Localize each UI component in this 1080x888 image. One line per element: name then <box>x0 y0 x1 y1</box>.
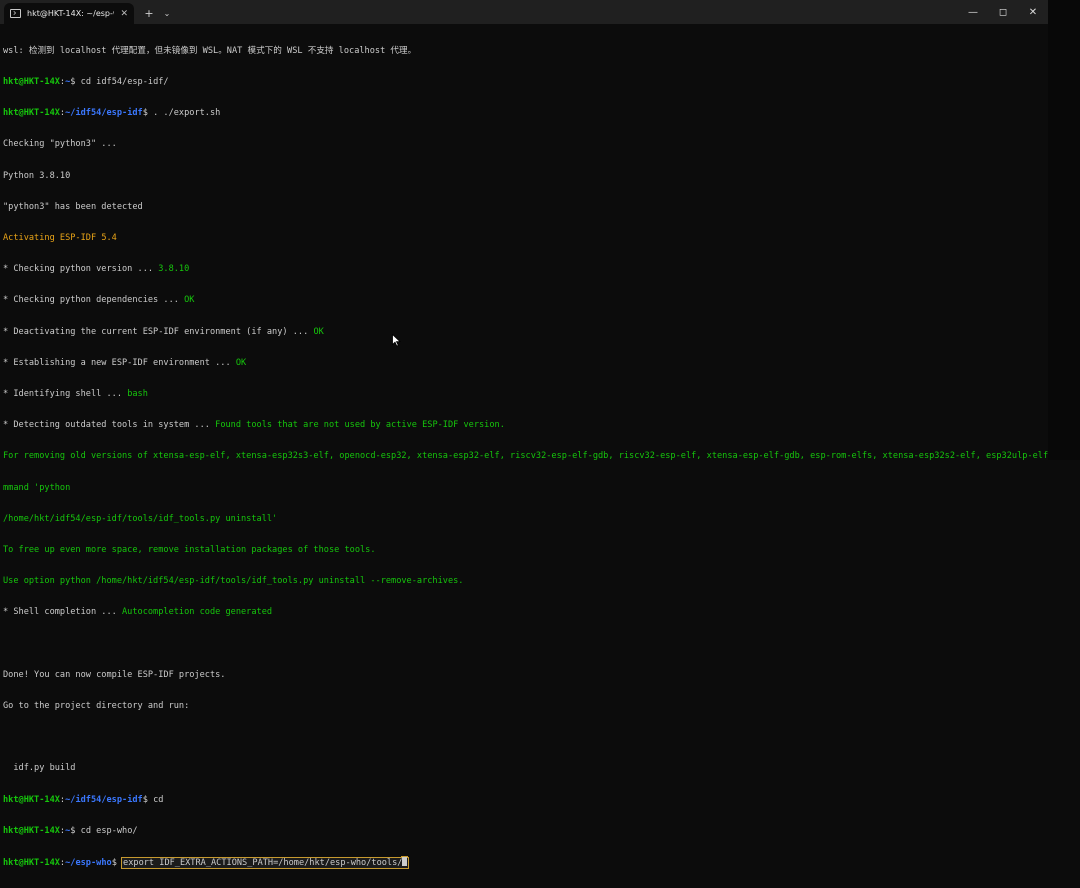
prompt-host: hkt@HKT-14X <box>3 77 60 88</box>
terminal-icon <box>10 9 21 18</box>
terminal-line: Python 3.8.10 <box>3 170 71 181</box>
prompt-command: $ cd esp-who/ <box>70 825 138 836</box>
terminal-line: mmand 'python <box>3 482 71 493</box>
step-result: Found tools that are not used by active … <box>215 420 505 431</box>
prompt-path: ~/idf54/esp-idf <box>65 794 143 805</box>
step-label: * Deactivating the current ESP-IDF envir… <box>3 326 314 337</box>
minimize-button[interactable]: — <box>958 0 988 24</box>
title-bar: hkt@HKT-14X: ~/esp-who ✕ + ⌄ — ◻ ✕ <box>0 0 1048 24</box>
terminal-line: Go to the project directory and run: <box>3 701 190 712</box>
terminal-line: Done! You can now compile ESP-IDF projec… <box>3 669 226 680</box>
prompt-host: hkt@HKT-14X <box>3 858 60 869</box>
step-label: * Detecting outdated tools in system ... <box>3 420 216 431</box>
step-label: * Checking python dependencies ... <box>3 295 185 306</box>
terminal-window: hkt@HKT-14X: ~/esp-who ✕ + ⌄ — ◻ ✕ wsl: … <box>0 0 1080 870</box>
terminal-line: idf.py build <box>3 763 76 774</box>
maximize-button[interactable]: ◻ <box>988 0 1018 24</box>
step-result: bash <box>127 389 148 400</box>
new-tab-button[interactable]: + <box>138 3 160 24</box>
prompt-command: $ cd <box>142 794 164 805</box>
terminal-line: * Shell completion ... Autocompletion co… <box>3 607 1043 617</box>
step-label: * Identifying shell ... <box>3 389 128 400</box>
step-result: OK <box>184 295 195 306</box>
terminal-line: Activating ESP-IDF 5.4 <box>3 233 1043 243</box>
activating-label: Activating ESP-IDF <box>3 233 102 244</box>
terminal-line: /home/hkt/idf54/esp-idf/tools/idf_tools.… <box>3 513 278 524</box>
prompt-line: hkt@HKT-14X:~$ cd idf54/esp-idf/ <box>3 77 1043 87</box>
chevron-down-icon[interactable]: ⌄ <box>160 3 174 24</box>
step-label: * Shell completion ... <box>3 607 122 618</box>
prompt-command: $ . ./export.sh <box>142 108 221 119</box>
prompt-dollar: $ <box>111 858 123 869</box>
prompt-path: ~/idf54/esp-idf <box>65 108 143 119</box>
prompt-line: hkt@HKT-14X:~$ cd esp-who/ <box>3 826 1043 836</box>
command-input[interactable]: export IDF_EXTRA_ACTIONS_PATH=/home/hkt/… <box>121 857 410 870</box>
current-prompt-line[interactable]: hkt@HKT-14X:~/esp-who$ export IDF_EXTRA_… <box>3 857 1043 870</box>
idf-version: 5.4 <box>101 233 117 244</box>
terminal-line: * Checking python dependencies ... OK <box>3 295 1043 305</box>
step-result: 3.8.10 <box>158 264 190 275</box>
prompt-line: hkt@HKT-14X:~/idf54/esp-idf$ . ./export.… <box>3 108 1043 118</box>
tab-title: hkt@HKT-14X: ~/esp-who <box>27 9 114 18</box>
step-result: Autocompletion code generated <box>122 607 273 618</box>
terminal-line: * Establishing a new ESP-IDF environment… <box>3 358 1043 368</box>
terminal-line: * Detecting outdated tools in system ...… <box>3 420 1043 430</box>
terminal-line: * Identifying shell ... bash <box>3 389 1043 399</box>
terminal-line: * Deactivating the current ESP-IDF envir… <box>3 327 1043 337</box>
terminal-line: wsl: 检测到 localhost 代理配置，但未镜像到 WSL。NAT 模式… <box>3 45 417 56</box>
terminal-line: For removing old versions of xtensa-esp-… <box>3 451 1080 462</box>
prompt-host: hkt@HKT-14X <box>3 794 60 805</box>
terminal-line: * Checking python version ... 3.8.10 <box>3 264 1043 274</box>
prompt-command: $ cd idf54/esp-idf/ <box>70 77 169 88</box>
prompt-host: hkt@HKT-14X <box>3 825 60 836</box>
step-label: * Checking python version ... <box>3 264 159 275</box>
terminal-output[interactable]: wsl: 检测到 localhost 代理配置，但未镜像到 WSL。NAT 模式… <box>3 25 1080 888</box>
tab-esp-who[interactable]: hkt@HKT-14X: ~/esp-who ✕ <box>4 3 134 24</box>
prompt-path: ~/esp-who <box>65 858 112 869</box>
terminal-line: To free up even more space, remove insta… <box>3 545 376 556</box>
terminal-line: Checking "python3" ... <box>3 139 117 150</box>
terminal-line: "python3" has been detected <box>3 201 143 212</box>
text-cursor <box>402 857 408 867</box>
step-result: OK <box>235 357 247 368</box>
step-result: OK <box>313 326 324 337</box>
terminal-line: Use option python /home/hkt/idf54/esp-id… <box>3 576 464 587</box>
command-text: export IDF_EXTRA_ACTIONS_PATH=/home/hkt/… <box>123 858 403 869</box>
prompt-line: hkt@HKT-14X:~/idf54/esp-idf$ cd <box>3 795 1043 805</box>
desktop-edge <box>1048 0 1080 460</box>
prompt-host: hkt@HKT-14X <box>3 108 60 119</box>
step-label: * Establishing a new ESP-IDF environment… <box>3 357 236 368</box>
close-window-button[interactable]: ✕ <box>1018 0 1048 24</box>
close-icon[interactable]: ✕ <box>120 9 128 19</box>
